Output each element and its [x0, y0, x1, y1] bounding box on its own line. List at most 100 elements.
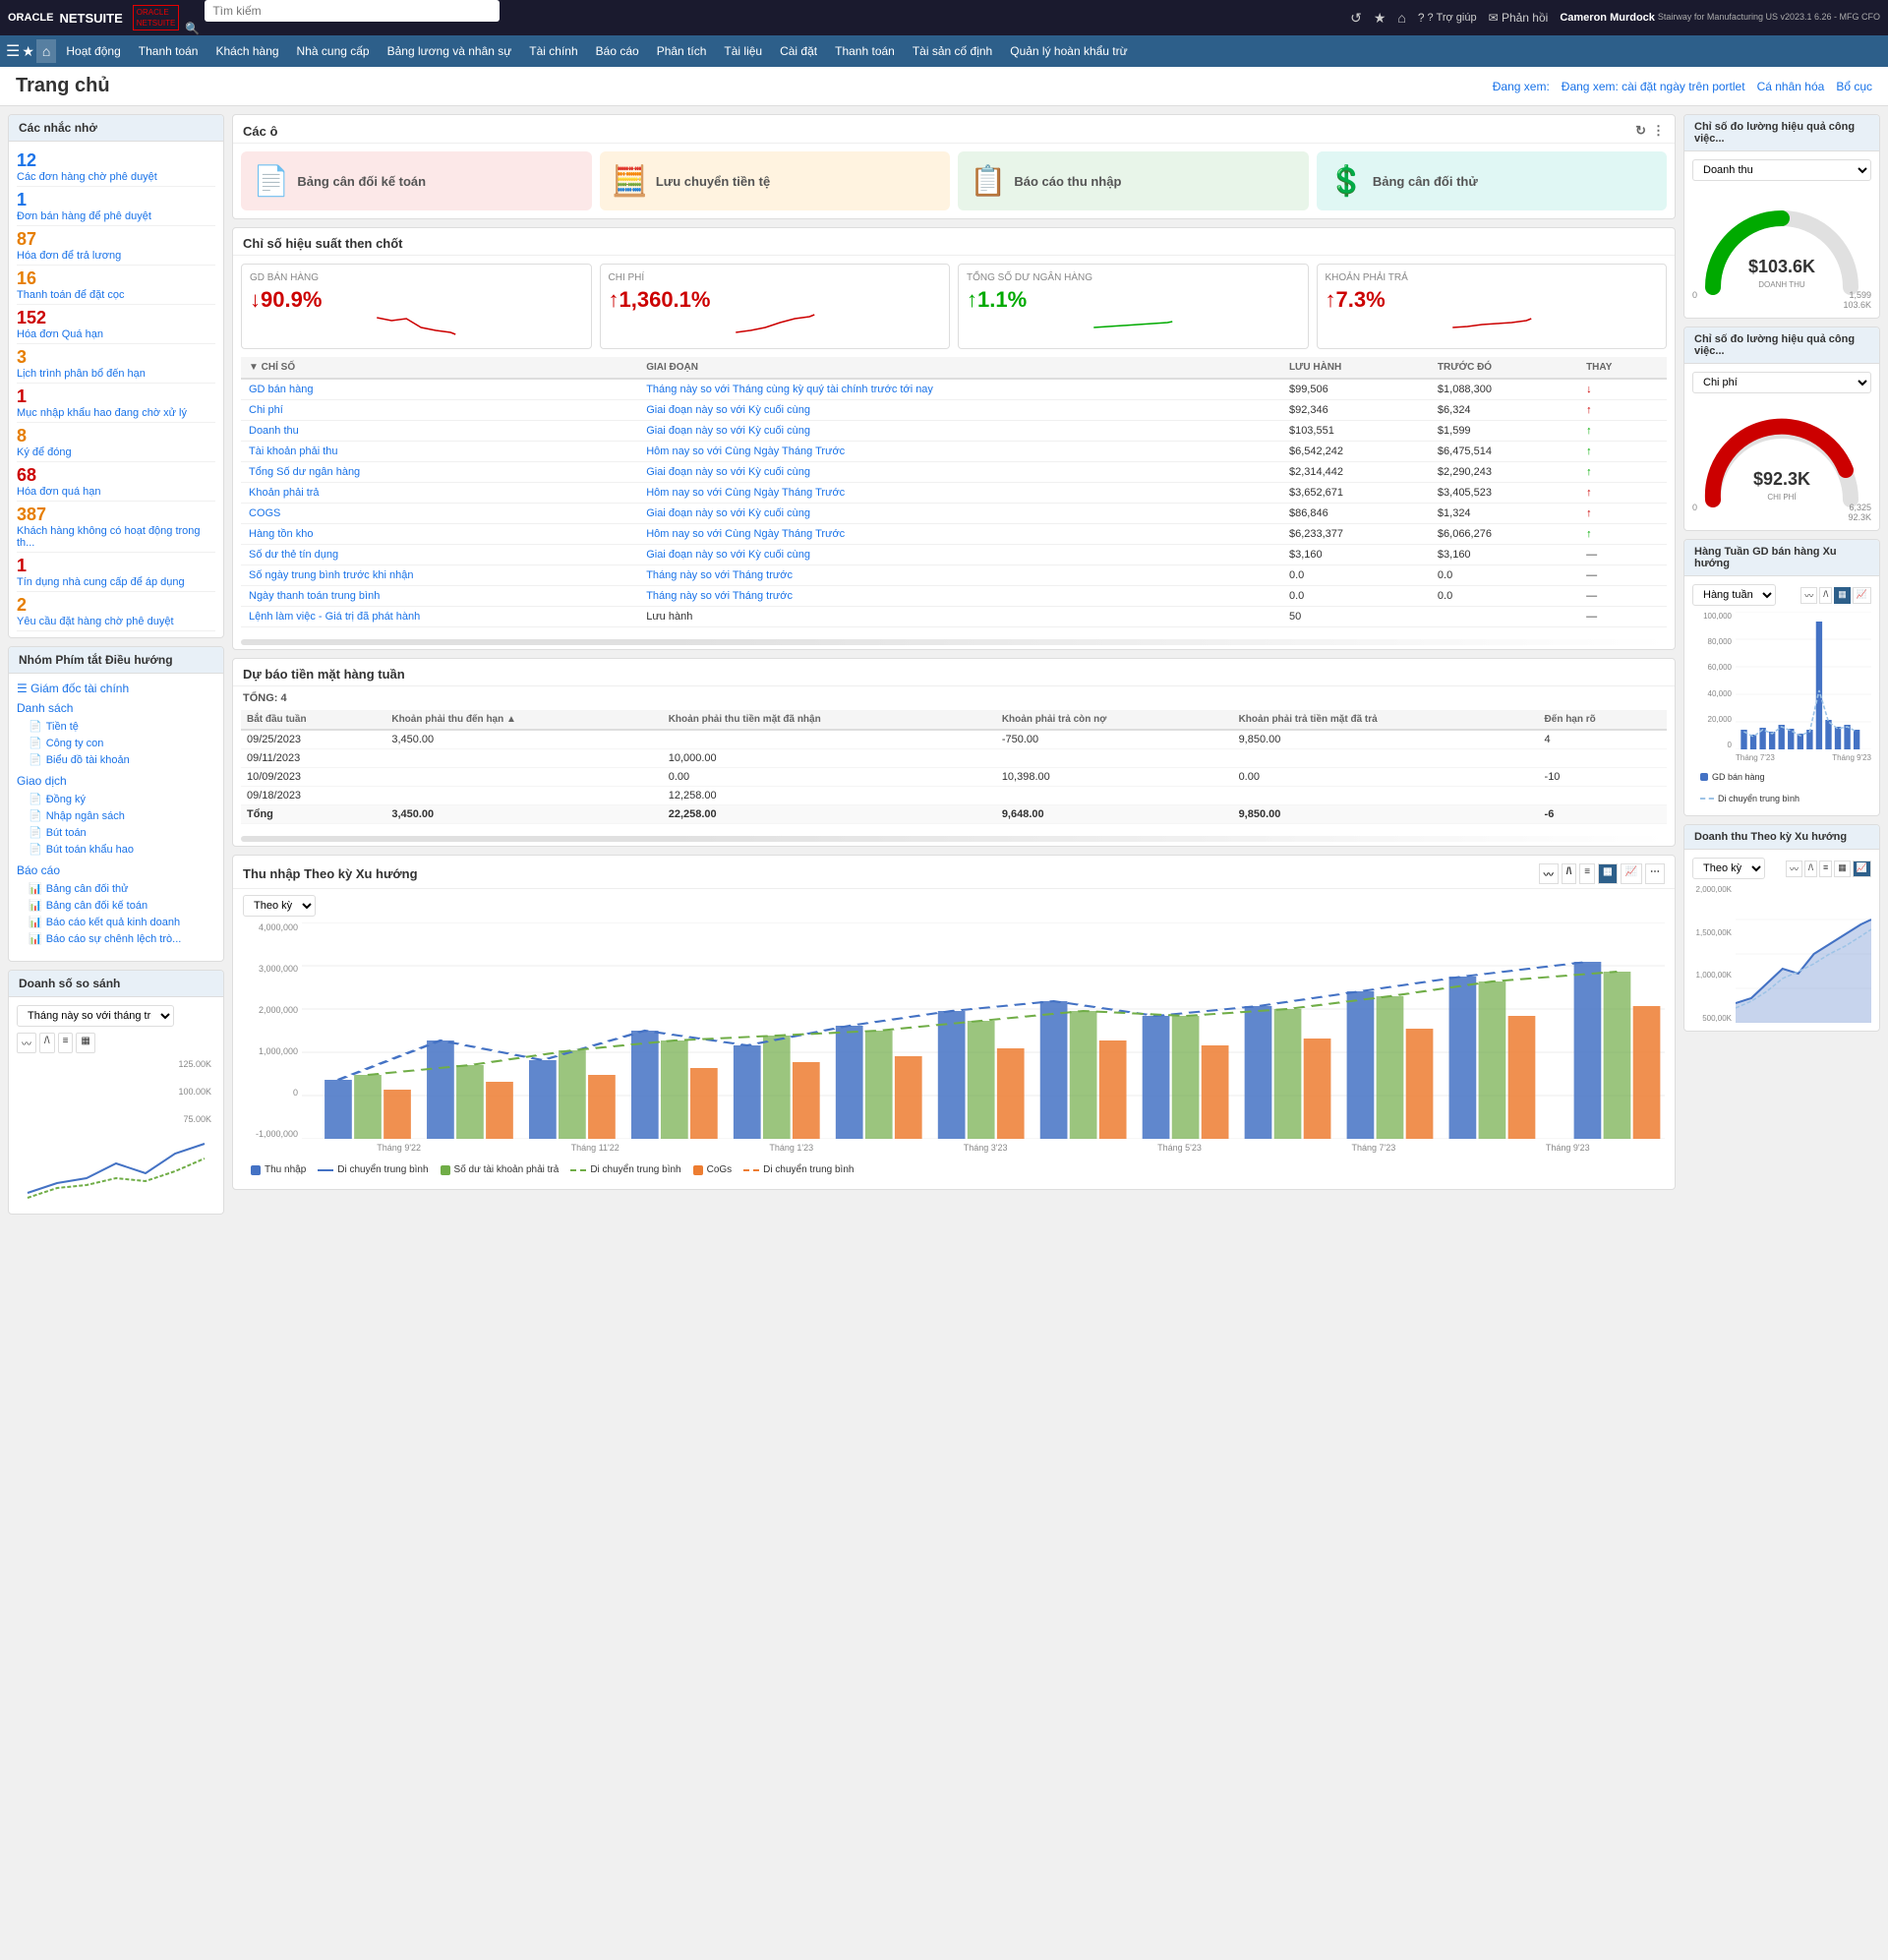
menu-star-icon[interactable]: ★	[22, 43, 34, 60]
combo-icon[interactable]: 📈	[1621, 863, 1642, 884]
menu-billing[interactable]: Thanh toán	[827, 35, 903, 67]
shortcut-item-currency[interactable]: 📄 Tiền tệ	[17, 718, 215, 735]
area-icon[interactable]: 〰	[1539, 863, 1559, 884]
row-period[interactable]: Giai đoạn này so với Kỳ cuối cùng	[638, 400, 1281, 421]
help-button[interactable]: ? ? Trợ giúp	[1418, 11, 1477, 25]
menu-customer[interactable]: Khách hàng	[207, 35, 286, 67]
sales-combo-icon[interactable]: 📈	[1853, 587, 1871, 604]
row-name[interactable]: GD bán hàng	[241, 379, 638, 400]
row-period[interactable]: Hôm nay so với Cùng Ngày Tháng Trước	[638, 442, 1281, 462]
row-name[interactable]: Ngày thanh toán trung bình	[241, 586, 638, 607]
shortcut-finance-link[interactable]: ☰ Giám đốc tài chính	[17, 682, 215, 695]
reminder-label-2[interactable]: Hóa đơn để trả lương	[17, 250, 215, 262]
menu-activity[interactable]: Hoạt động	[58, 35, 128, 67]
menu-hamburger-icon[interactable]: ☰	[6, 41, 20, 61]
reminder-label-7[interactable]: Ký để đóng	[17, 446, 215, 458]
personalize-link[interactable]: Cá nhân hóa	[1757, 80, 1825, 93]
reminder-label-4[interactable]: Hóa đơn Quá hạn	[17, 328, 215, 340]
bar-icon[interactable]: ▦	[1598, 863, 1617, 884]
menu-payroll[interactable]: Bảng lương và nhân sự	[380, 35, 520, 67]
home-icon[interactable]: ⌂	[1397, 10, 1405, 26]
row-period[interactable]: Tháng này so với Tháng trước	[638, 586, 1281, 607]
expense-gauge-select[interactable]: Chi phí	[1692, 372, 1871, 393]
tiles-more-icon[interactable]: ⋮	[1652, 123, 1665, 139]
row-name[interactable]: Doanh thu	[241, 421, 638, 442]
comparison-select[interactable]: Tháng này so với tháng trước	[17, 1005, 174, 1027]
portlet-settings-link[interactable]: Đang xem: cài đặt ngày trên portlet	[1562, 80, 1745, 93]
feedback-button[interactable]: ✉ Phản hồi	[1489, 11, 1549, 25]
shortcut-item-register[interactable]: 📄 Đồng ký	[17, 791, 215, 807]
row-period[interactable]: Giai đoạn này so với Kỳ cuối cùng	[638, 545, 1281, 565]
row-name[interactable]: Số ngày trung bình trước khi nhận	[241, 565, 638, 586]
layout-link[interactable]: Bổ cục	[1836, 80, 1872, 93]
row-period[interactable]: Tháng này so với Tháng trước	[638, 565, 1281, 586]
search-bar[interactable]: 🔍	[205, 0, 500, 35]
rev-bar-icon[interactable]: ▦	[1834, 861, 1851, 877]
area-chart-icon[interactable]: 〰	[17, 1033, 36, 1053]
revenue-gauge-select[interactable]: Doanh thu	[1692, 159, 1871, 181]
row-name[interactable]: Số dư thẻ tín dụng	[241, 545, 638, 565]
reminder-label-6[interactable]: Mục nhập khẩu hao đang chờ xử lý	[17, 407, 215, 419]
reminder-label-1[interactable]: Đơn bán hàng để phê duyệt	[17, 210, 215, 222]
row-name[interactable]: Tổng Số dư ngân hàng	[241, 462, 638, 483]
line-chart-icon[interactable]: /\	[39, 1033, 55, 1053]
tile-cash-flow[interactable]: 🧮 Lưu chuyển tiền tệ	[600, 151, 951, 210]
reminder-label-8[interactable]: Hóa đơn quá hạn	[17, 486, 215, 498]
line-icon[interactable]: /\	[1562, 863, 1577, 884]
row-period[interactable]: Giai đoạn này so với Kỳ cuối cùng	[638, 504, 1281, 524]
sales-line-icon[interactable]: /\	[1819, 587, 1832, 604]
reminder-label-9[interactable]: Khách hàng không có hoạt động trong th..…	[17, 525, 215, 549]
menu-settings[interactable]: Cài đặt	[772, 35, 825, 67]
menu-report[interactable]: Báo cáo	[588, 35, 647, 67]
income-trend-period-select[interactable]: Theo kỳ	[243, 895, 316, 917]
starred-icon[interactable]: ★	[1374, 10, 1386, 27]
row-name[interactable]: COGS	[241, 504, 638, 524]
row-period[interactable]: Hôm nay so với Cùng Ngày Tháng Trước	[638, 524, 1281, 545]
reminder-label-3[interactable]: Thanh toán để đặt cọc	[17, 289, 215, 301]
table-view-icon[interactable]: ≡	[1579, 863, 1595, 884]
shortcut-item-variance[interactable]: 📊 Báo cáo sự chênh lệch trò...	[17, 930, 215, 947]
menu-supplier[interactable]: Nhà cung cấp	[289, 35, 378, 67]
shortcut-item-balance[interactable]: 📊 Bảng cân đối kế toán	[17, 897, 215, 914]
reminder-label-10[interactable]: Tín dụng nhà cung cấp để áp dụng	[17, 576, 215, 588]
more-icon[interactable]: ⋯	[1645, 863, 1665, 884]
reminder-label-5[interactable]: Lịch trình phân bổ đến hạn	[17, 368, 215, 380]
shortcut-item-income-stmt[interactable]: 📊 Báo cáo kết quả kinh doanh	[17, 914, 215, 930]
shortcut-item-subsidiary[interactable]: 📄 Công ty con	[17, 735, 215, 751]
shortcut-item-journal[interactable]: 📄 Bút toán	[17, 824, 215, 841]
bar-chart-icon[interactable]: ▦	[76, 1033, 94, 1053]
sales-bar-icon-active[interactable]: ▦	[1834, 587, 1851, 604]
rev-line-icon[interactable]: /\	[1804, 861, 1817, 877]
menu-payment[interactable]: Thanh toán	[131, 35, 206, 67]
tile-balance-sheet[interactable]: 📄 Bảng cân đối kế toán	[241, 151, 592, 210]
row-name[interactable]: Chi phí	[241, 400, 638, 421]
row-name[interactable]: Lệnh làm việc - Giá trị đã phát hành	[241, 607, 638, 627]
row-name[interactable]: Hàng tồn kho	[241, 524, 638, 545]
row-period[interactable]: Giai đoạn này so với Kỳ cuối cùng	[638, 462, 1281, 483]
rev-combo-icon[interactable]: 📈	[1853, 861, 1871, 877]
shortcut-item-chart[interactable]: 📄 Biểu đồ tài khoản	[17, 751, 215, 768]
menu-analysis[interactable]: Phân tích	[649, 35, 715, 67]
user-menu[interactable]: Cameron Murdock Stairway for Manufacturi…	[1560, 11, 1880, 25]
tile-income-report[interactable]: 📋 Báo cáo thu nhập	[958, 151, 1309, 210]
refresh-icon[interactable]: ↺	[1350, 10, 1362, 27]
row-name[interactable]: Tài khoản phải thu	[241, 442, 638, 462]
tiles-refresh-icon[interactable]: ↻	[1635, 123, 1646, 139]
row-name[interactable]: Khoản phải trả	[241, 483, 638, 504]
search-input[interactable]	[205, 0, 500, 22]
menu-document[interactable]: Tài liệu	[716, 35, 770, 67]
menu-finance[interactable]: Tài chính	[521, 35, 585, 67]
rev-table-icon[interactable]: ≡	[1819, 861, 1832, 877]
menu-deduction[interactable]: Quản lý hoàn khẩu trừ	[1002, 35, 1135, 67]
shortcut-item-amort[interactable]: 📄 Bút toán khẩu hao	[17, 841, 215, 858]
row-period[interactable]: Tháng này so với Tháng cùng kỳ quý tài c…	[638, 379, 1281, 400]
shortcut-item-budget[interactable]: 📄 Nhập ngân sách	[17, 807, 215, 824]
row-period[interactable]: Hôm nay so với Cùng Ngày Tháng Trước	[638, 483, 1281, 504]
tile-trial-balance[interactable]: 💲 Bảng cân đối thử	[1317, 151, 1668, 210]
reminder-label-11[interactable]: Yêu cầu đặt hàng chờ phê duyệt	[17, 616, 215, 627]
shortcut-item-trial[interactable]: 📊 Bảng cân đối thử	[17, 880, 215, 897]
row-period[interactable]: Giai đoạn này so với Kỳ cuối cùng	[638, 421, 1281, 442]
sales-trend-select[interactable]: Hàng tuần	[1692, 584, 1776, 606]
table-icon[interactable]: ≡	[58, 1033, 74, 1053]
menu-fixed-assets[interactable]: Tài sản cố định	[905, 35, 1000, 67]
